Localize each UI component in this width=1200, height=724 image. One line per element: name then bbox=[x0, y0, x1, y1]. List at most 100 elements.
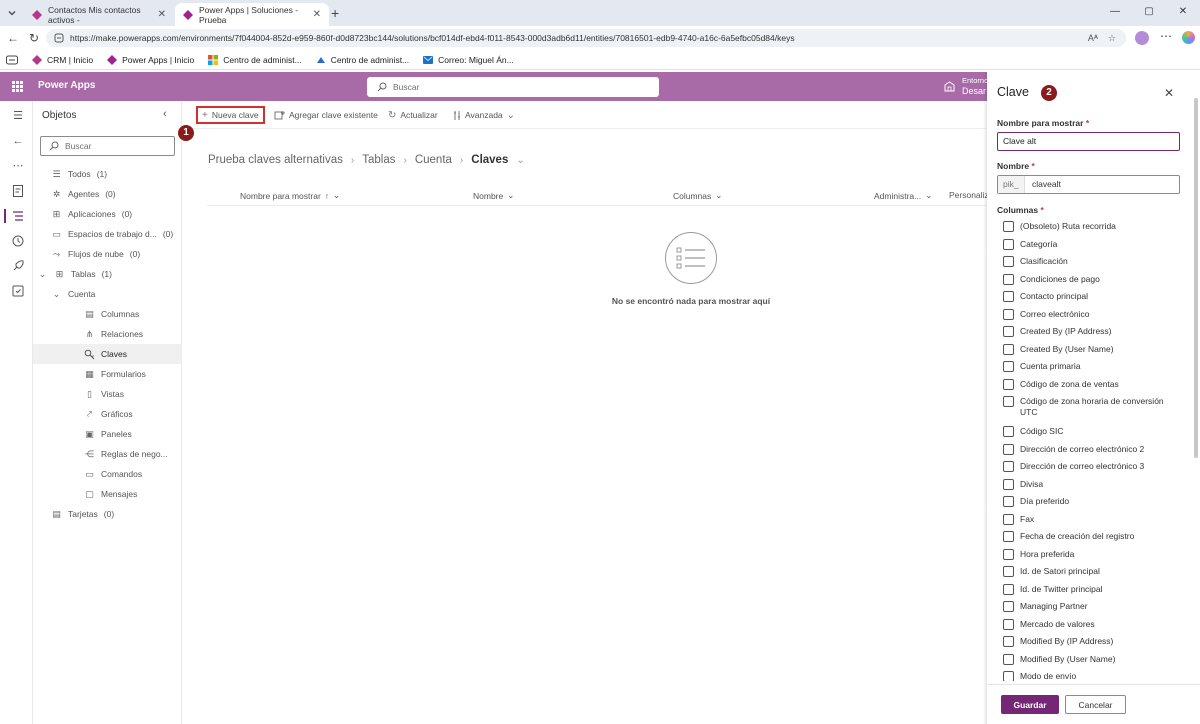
tree-item-flujos[interactable]: ⤳ Flujos de nube (0) bbox=[33, 244, 182, 264]
tree-item-tarjetas[interactable]: ▤ Tarjetas (0) bbox=[33, 504, 182, 524]
close-window-icon[interactable]: ✕ bbox=[1166, 0, 1200, 26]
save-button[interactable]: Guardar bbox=[1001, 695, 1059, 714]
column-option[interactable]: Código de zona horaria de conversión UTC bbox=[1003, 396, 1181, 418]
tree-item-cuenta[interactable]: ⌄ Cuenta bbox=[33, 284, 182, 304]
hamburger-menu-icon[interactable]: ☰ bbox=[11, 109, 25, 123]
collapse-chevron-left-icon[interactable]: ‹ bbox=[163, 108, 167, 120]
browser-tab-contactos[interactable]: Contactos Mis contactos activos - ✕ bbox=[24, 3, 174, 26]
display-name-input[interactable]: Clave alt bbox=[997, 132, 1180, 151]
column-option[interactable]: Created By (User Name) bbox=[1003, 344, 1181, 355]
global-search-input[interactable]: Buscar bbox=[367, 77, 659, 97]
column-header-name[interactable]: Nombre ⌄ bbox=[473, 190, 514, 201]
checkbox[interactable] bbox=[1003, 549, 1014, 560]
tree-item-comandos[interactable]: ▭ Comandos bbox=[33, 464, 182, 484]
column-option[interactable]: Cuenta primaria bbox=[1003, 361, 1181, 372]
tree-item-mensajes[interactable]: ▢ Mensajes bbox=[33, 484, 182, 504]
checkbox[interactable] bbox=[1003, 396, 1014, 407]
tree-item-claves[interactable]: Claves bbox=[33, 344, 182, 364]
column-option[interactable]: Dirección de correo electrónico 3 bbox=[1003, 461, 1181, 472]
column-header-managed[interactable]: Administra... ⌄ bbox=[874, 190, 932, 201]
app-title[interactable]: Power Apps bbox=[38, 80, 95, 91]
column-option[interactable]: Condiciones de pago bbox=[1003, 274, 1181, 285]
column-option[interactable]: Modified By (IP Address) bbox=[1003, 636, 1181, 647]
copilot-icon[interactable] bbox=[1182, 31, 1195, 44]
tree-item-paneles[interactable]: ▣ Paneles bbox=[33, 424, 182, 444]
panel-scrollbar[interactable] bbox=[1194, 98, 1198, 458]
read-aloud-icon[interactable]: Aᴬ bbox=[1088, 33, 1098, 44]
bookmark-centro-admin-2[interactable]: Centro de administ... bbox=[309, 50, 416, 70]
close-tab-icon[interactable]: ✕ bbox=[313, 9, 321, 20]
deploy-rocket-icon[interactable] bbox=[11, 259, 25, 273]
column-option[interactable]: Modo de envío bbox=[1003, 671, 1181, 681]
checkbox[interactable] bbox=[1003, 239, 1014, 250]
browser-more-icon[interactable]: ⋯ bbox=[1160, 29, 1172, 43]
checkbox[interactable] bbox=[1003, 654, 1014, 665]
column-option[interactable]: Id. de Twitter principal bbox=[1003, 584, 1181, 595]
tree-item-tablas[interactable]: ⌄ ⊞ Tablas (1) bbox=[33, 264, 182, 284]
overview-icon[interactable] bbox=[11, 184, 25, 198]
tree-item-graficos[interactable]: ⤤ Gráficos bbox=[33, 404, 182, 424]
chevron-down-icon[interactable]: ⌄ bbox=[516, 155, 524, 166]
checkbox[interactable] bbox=[1003, 379, 1014, 390]
checkbox[interactable] bbox=[1003, 361, 1014, 372]
checkbox[interactable] bbox=[1003, 461, 1014, 472]
bookmark-power-apps-inicio[interactable]: Power Apps | Inicio bbox=[100, 50, 201, 70]
column-option[interactable]: Día preferido bbox=[1003, 496, 1181, 507]
more-options-icon[interactable]: ⋯ bbox=[11, 159, 25, 173]
column-option[interactable]: Hora preferida bbox=[1003, 549, 1181, 560]
checkbox[interactable] bbox=[1003, 291, 1014, 302]
schema-name-field[interactable]: pik_ clavealt bbox=[997, 175, 1180, 194]
site-info-icon[interactable] bbox=[54, 33, 64, 43]
column-option[interactable]: Clasificación bbox=[1003, 256, 1181, 267]
checkbox[interactable] bbox=[1003, 671, 1014, 681]
back-arrow-icon[interactable]: ← bbox=[11, 134, 25, 148]
tree-item-reglas[interactable]: ⋲ Reglas de nego... bbox=[33, 444, 182, 464]
tree-item-agentes[interactable]: ✲ Agentes (0) bbox=[33, 184, 182, 204]
column-option[interactable]: Managing Partner bbox=[1003, 601, 1181, 612]
column-header-display-name[interactable]: Nombre para mostrar ↑ ⌄ bbox=[240, 190, 340, 201]
checkbox[interactable] bbox=[1003, 496, 1014, 507]
new-key-button[interactable]: + Nueva clave bbox=[196, 106, 265, 124]
tree-item-aplicaciones[interactable]: ⊞ Aplicaciones (0) bbox=[33, 204, 182, 224]
app-launcher-waffle-icon[interactable] bbox=[12, 81, 23, 92]
checkbox[interactable] bbox=[1003, 531, 1014, 542]
checkbox[interactable] bbox=[1003, 309, 1014, 320]
checkbox[interactable] bbox=[1003, 274, 1014, 285]
breadcrumb-tables[interactable]: Tablas bbox=[362, 154, 395, 166]
add-existing-key-button[interactable]: Agregar clave existente bbox=[274, 106, 378, 124]
checkbox[interactable] bbox=[1003, 256, 1014, 267]
tab-actions-chevron-icon[interactable] bbox=[5, 6, 19, 20]
tree-item-formularios[interactable]: ▦ Formularios bbox=[33, 364, 182, 384]
bookmarks-menu-icon[interactable] bbox=[0, 50, 25, 70]
history-icon[interactable] bbox=[11, 234, 25, 248]
checkbox[interactable] bbox=[1003, 584, 1014, 595]
close-tab-icon[interactable]: ✕ bbox=[158, 9, 166, 20]
close-icon[interactable]: ✕ bbox=[1164, 86, 1174, 100]
tree-item-columnas[interactable]: ▤ Columnas bbox=[33, 304, 182, 324]
schema-name-input[interactable]: clavealt bbox=[1025, 176, 1061, 193]
checkbox[interactable] bbox=[1003, 326, 1014, 337]
column-option[interactable]: Fecha de creación del registro bbox=[1003, 531, 1181, 542]
checkbox[interactable] bbox=[1003, 444, 1014, 455]
tree-item-todos[interactable]: ☰ Todos (1) bbox=[33, 164, 182, 184]
column-option[interactable]: Modified By (User Name) bbox=[1003, 654, 1181, 665]
breadcrumb-solution[interactable]: Prueba claves alternativas bbox=[208, 154, 343, 166]
bookmark-crm-inicio[interactable]: CRM | Inicio bbox=[25, 50, 100, 70]
tree-item-espacios[interactable]: ▭ Espacios de trabajo d... (0) bbox=[33, 224, 182, 244]
refresh-icon[interactable]: ↻ bbox=[27, 31, 41, 45]
checkbox[interactable] bbox=[1003, 221, 1014, 232]
column-option[interactable]: Código SIC bbox=[1003, 426, 1181, 437]
back-arrow-icon[interactable]: ← bbox=[6, 31, 20, 45]
environment-icon[interactable] bbox=[944, 81, 955, 92]
column-header-columns[interactable]: Columnas ⌄ bbox=[673, 190, 722, 201]
chevron-down-icon[interactable]: ⌄ bbox=[51, 289, 62, 300]
column-option[interactable]: Categoría bbox=[1003, 239, 1181, 250]
column-option[interactable]: Mercado de valores bbox=[1003, 619, 1181, 630]
column-option[interactable]: Fax bbox=[1003, 514, 1181, 525]
bookmark-centro-admin-1[interactable]: Centro de administ... bbox=[201, 50, 308, 70]
checkbox[interactable] bbox=[1003, 479, 1014, 490]
breadcrumb-table[interactable]: Cuenta bbox=[415, 154, 452, 166]
chevron-down-icon[interactable]: ⌄ bbox=[37, 269, 48, 280]
checkbox[interactable] bbox=[1003, 514, 1014, 525]
favorite-star-icon[interactable]: ☆ bbox=[1108, 33, 1116, 44]
